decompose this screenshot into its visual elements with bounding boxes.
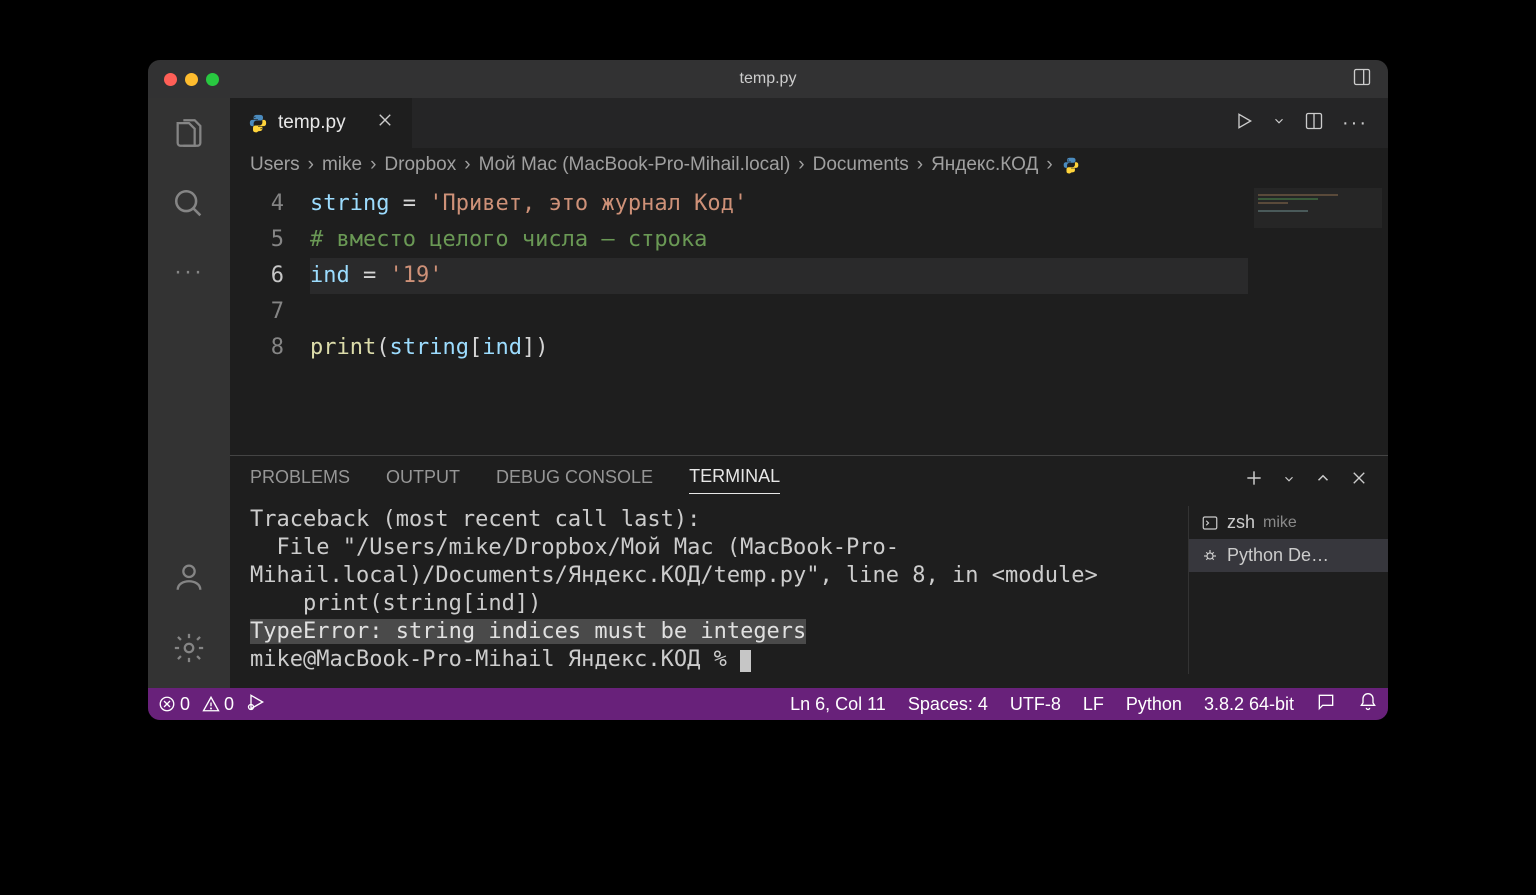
terminal-item-sub: mike: [1263, 514, 1297, 532]
terminal-item-python-debug[interactable]: Python De…: [1189, 539, 1388, 572]
tab-temp-py[interactable]: temp.py: [230, 98, 412, 148]
breadcrumb-item[interactable]: Dropbox: [384, 154, 456, 176]
python-file-icon: [1061, 155, 1081, 175]
panel: PROBLEMS OUTPUT DEBUG CONSOLE TERMINAL T…: [230, 455, 1388, 688]
breadcrumb-item[interactable]: mike: [322, 154, 362, 176]
terminal-icon: [1201, 514, 1219, 532]
editor-group: temp.py ···: [230, 98, 1388, 688]
tab-output[interactable]: OUTPUT: [386, 467, 460, 494]
panel-close-icon[interactable]: [1350, 469, 1368, 492]
tab-close-icon[interactable]: [376, 111, 394, 135]
breadcrumb-item[interactable]: Documents: [813, 154, 909, 176]
code-content[interactable]: string = 'Привет, это журнал Код' # вмес…: [310, 186, 1248, 455]
terminal-dropdown-icon[interactable]: [1282, 470, 1296, 491]
split-editor-icon[interactable]: [1304, 111, 1324, 136]
panel-maximize-icon[interactable]: [1314, 469, 1332, 492]
status-language[interactable]: Python: [1126, 694, 1182, 715]
window-close-button[interactable]: [164, 73, 177, 86]
vscode-window: temp.py ···: [148, 60, 1388, 720]
breadcrumb-item[interactable]: Мой Mac (MacBook-Pro-Mihail.local): [479, 154, 791, 176]
run-dropdown-icon[interactable]: [1272, 114, 1286, 133]
new-terminal-icon[interactable]: [1244, 468, 1264, 493]
terminal-output[interactable]: Traceback (most recent call last): File …: [250, 506, 1188, 674]
debug-start-icon[interactable]: [246, 692, 266, 717]
title-bar: temp.py: [148, 60, 1388, 98]
error-icon: [158, 695, 176, 713]
warning-icon: [202, 695, 220, 713]
settings-gear-icon[interactable]: [172, 631, 206, 670]
window-title: temp.py: [148, 70, 1388, 88]
feedback-icon[interactable]: [1316, 692, 1336, 717]
status-bar: 0 0 Ln 6, Col 11 Spaces: 4 UTF-8 LF Pyth…: [148, 688, 1388, 720]
more-actions-icon[interactable]: ···: [1342, 112, 1368, 135]
explorer-icon[interactable]: [172, 116, 206, 155]
more-icon[interactable]: ···: [174, 258, 204, 286]
terminal-item-label: Python De…: [1227, 545, 1329, 566]
window-maximize-button[interactable]: [206, 73, 219, 86]
tab-problems[interactable]: PROBLEMS: [250, 467, 350, 494]
account-icon[interactable]: [172, 560, 206, 599]
window-minimize-button[interactable]: [185, 73, 198, 86]
tab-terminal[interactable]: TERMINAL: [689, 466, 780, 494]
breadcrumb[interactable]: Users› mike› Dropbox› Мой Mac (MacBook-P…: [230, 148, 1388, 182]
breadcrumb-item[interactable]: Яндекс.КОД: [931, 154, 1038, 176]
bug-icon: [1201, 547, 1219, 565]
status-warnings[interactable]: 0: [202, 694, 234, 715]
layout-toggle-icon[interactable]: [1352, 67, 1372, 92]
status-spaces[interactable]: Spaces: 4: [908, 694, 988, 715]
terminal-list: zsh mike Python De…: [1188, 506, 1388, 674]
minimap[interactable]: [1248, 182, 1388, 455]
activity-bar: ···: [148, 98, 230, 688]
editor[interactable]: 4 5 6 7 8 string = 'Привет, это журнал К…: [230, 182, 1388, 455]
tab-label: temp.py: [278, 112, 346, 134]
tab-debug-console[interactable]: DEBUG CONSOLE: [496, 467, 653, 494]
status-lncol[interactable]: Ln 6, Col 11: [790, 694, 886, 715]
terminal-cursor: [740, 650, 751, 672]
python-file-icon: [248, 113, 268, 133]
terminal-item-zsh[interactable]: zsh mike: [1189, 506, 1388, 539]
status-eol[interactable]: LF: [1083, 694, 1104, 715]
breadcrumb-item[interactable]: Users: [250, 154, 300, 176]
traffic-lights: [164, 73, 219, 86]
status-python-version[interactable]: 3.8.2 64-bit: [1204, 694, 1294, 715]
line-gutter: 4 5 6 7 8: [230, 186, 310, 455]
search-icon[interactable]: [172, 187, 206, 226]
status-errors[interactable]: 0: [158, 694, 190, 715]
status-encoding[interactable]: UTF-8: [1010, 694, 1061, 715]
run-button[interactable]: [1234, 111, 1254, 136]
notifications-icon[interactable]: [1358, 692, 1378, 717]
terminal-item-label: zsh: [1227, 512, 1255, 533]
panel-tabs: PROBLEMS OUTPUT DEBUG CONSOLE TERMINAL: [230, 456, 1388, 500]
tabs-row: temp.py ···: [230, 98, 1388, 148]
